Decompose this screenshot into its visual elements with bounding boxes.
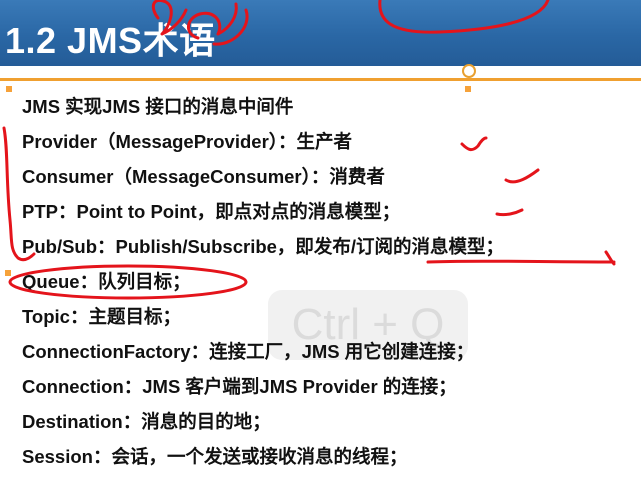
list-item: Pub/Sub：Publish/Subscribe，即发布/订阅的消息模型； [22, 236, 505, 257]
slide-title: 1.2 JMS术语 [5, 20, 216, 61]
ink-check-pubsub [604, 250, 616, 266]
list-item: Provider（MessageProvider）：生产者 [22, 131, 353, 152]
list-item: PTP：Point to Point，即点对点的消息模型； [22, 201, 401, 222]
list-item: Destination：消息的目的地； [22, 411, 271, 432]
list-item: Session：会话，一个发送或接收消息的线程； [22, 446, 408, 467]
selection-handle-top-center[interactable] [465, 86, 471, 92]
rotate-handle-icon[interactable] [462, 64, 476, 78]
slide: 1.2 JMS术语 Ctrl + Q JMS 实现JMS 接口的消息中间件 Pr… [0, 0, 641, 477]
list-item: Queue：队列目标； [22, 271, 191, 292]
list-item: Consumer（MessageConsumer）：消费者 [22, 166, 385, 187]
ink-mark-ptp [495, 208, 524, 217]
selection-handle-top-left[interactable] [6, 86, 12, 92]
ink-mark-provider [460, 136, 488, 152]
selection-handle-middle-left[interactable] [5, 270, 11, 276]
title-bar: 1.2 JMS术语 [0, 0, 641, 66]
list-item: Connection：JMS 客户端到JMS Provider 的连接； [22, 376, 457, 397]
list-item: JMS 实现JMS 接口的消息中间件 [22, 96, 294, 117]
ink-mark-consumer [504, 168, 540, 184]
list-item: ConnectionFactory：连接工厂，JMS 用它创建连接； [22, 341, 475, 362]
accent-divider [0, 78, 641, 81]
list-item: Topic：主题目标； [22, 306, 181, 327]
